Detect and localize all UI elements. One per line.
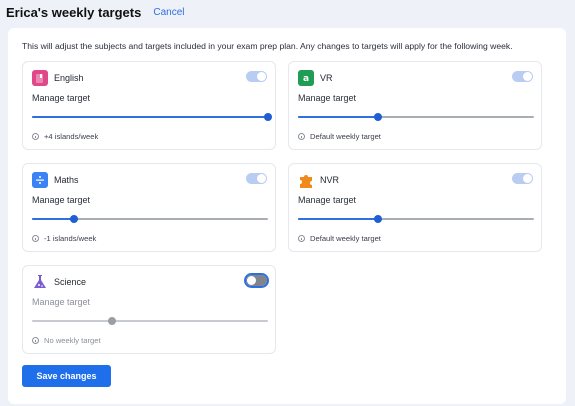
info-icon [298, 235, 305, 242]
info-icon [298, 133, 305, 140]
manage-target-label: Manage target [32, 93, 91, 103]
subject-name: NVR [320, 175, 340, 185]
divide-icon [32, 172, 48, 188]
subject-toggle[interactable] [246, 173, 267, 184]
cancel-link[interactable]: Cancel [153, 7, 184, 18]
manage-target-label: Manage target [298, 93, 357, 103]
subject-toggle[interactable] [512, 173, 533, 184]
manage-target-label: Manage target [32, 195, 91, 205]
target-slider [32, 317, 268, 325]
subject-name: Maths [54, 175, 79, 185]
slider-handle[interactable] [374, 113, 383, 121]
header: Erica's weekly targets Cancel [0, 0, 575, 24]
letter-a-icon: a [298, 70, 314, 86]
target-note: -1 islands/week [32, 234, 96, 243]
target-note: No weekly target [32, 336, 101, 345]
subject-toggle[interactable] [246, 71, 267, 82]
info-icon [32, 133, 39, 140]
puzzle-icon [298, 172, 314, 188]
book-icon [32, 70, 48, 86]
slider-handle[interactable] [374, 215, 383, 223]
subject-card-vr: a VR Manage target Default weekly target [288, 61, 542, 150]
target-slider[interactable] [32, 215, 268, 223]
slider-handle[interactable] [264, 113, 272, 121]
subject-name: English [54, 73, 84, 83]
subject-name: VR [320, 73, 333, 83]
slider-handle[interactable] [70, 215, 79, 223]
slider-handle [108, 317, 117, 325]
save-changes-button[interactable]: Save changes [22, 365, 111, 387]
subject-toggle[interactable] [512, 71, 533, 82]
subject-card-science: Science Manage target No weekly target [22, 265, 276, 354]
manage-target-label: Manage target [298, 195, 357, 205]
info-icon [32, 337, 39, 344]
target-slider[interactable] [298, 215, 534, 223]
page-title: Erica's weekly targets [6, 4, 142, 20]
svg-text:a: a [303, 74, 309, 83]
subject-card-maths: Maths Manage target -1 islands/week [22, 163, 276, 252]
subject-name: Science [54, 277, 87, 287]
target-note: Default weekly target [298, 132, 381, 141]
intro-text: This will adjust the subjects and target… [22, 41, 513, 51]
target-note: Default weekly target [298, 234, 381, 243]
manage-target-label: Manage target [32, 297, 91, 307]
subject-toggle[interactable] [244, 273, 269, 288]
target-slider[interactable] [298, 113, 534, 121]
flask-icon [32, 274, 48, 290]
subject-card-english: English Manage target +4 islands/week [22, 61, 276, 150]
subject-card-nvr: NVR Manage target Default weekly target [288, 163, 542, 252]
target-slider[interactable] [32, 113, 272, 121]
info-icon [32, 235, 39, 242]
target-note: +4 islands/week [32, 132, 98, 141]
